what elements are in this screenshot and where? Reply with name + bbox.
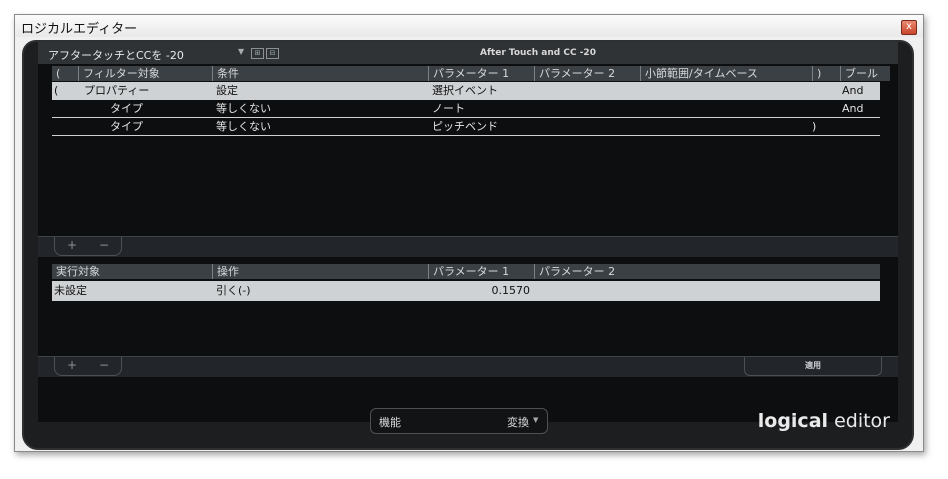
editor-frame: アフタータッチとCCを -20 ▼ ⊞ ⊟ After Touch and CC… (22, 40, 914, 450)
title-bar: ロジカルエディター x (15, 15, 923, 37)
filter-add-remove: + − (54, 237, 122, 256)
column-header: ブール (840, 66, 878, 81)
action-row[interactable]: 未設定 引く(-) 0.1570 (52, 281, 880, 301)
window-title: ロジカルエディター (21, 22, 138, 37)
store-preset-icon[interactable]: ⊞ (251, 48, 264, 59)
cell-condition[interactable]: 等しくない (216, 118, 271, 135)
action-add-remove: + − (54, 357, 122, 376)
apply-button[interactable]: 適用 (744, 357, 882, 376)
cell-target[interactable]: プロパティー (84, 82, 149, 99)
column-header: パラメーター 1 (428, 66, 509, 81)
filter-row[interactable]: タイプ 等しくない ノート And (52, 100, 880, 118)
logo-light: editor (828, 410, 890, 432)
column-header: 操作 (212, 264, 239, 279)
cell-bool[interactable]: And (842, 82, 863, 99)
preset-title: After Touch and CC -20 (480, 48, 596, 58)
remove-preset-icon[interactable]: ⊟ (266, 48, 279, 59)
editor-panel: アフタータッチとCCを -20 ▼ ⊞ ⊟ After Touch and CC… (38, 42, 898, 422)
column-header: パラメーター 2 (534, 66, 615, 81)
cell-target[interactable]: タイプ (110, 118, 143, 135)
cell-operation[interactable]: 引く(-) (216, 281, 251, 300)
column-header: 実行対象 (56, 265, 100, 278)
preset-selector[interactable]: アフタータッチとCCを -20 (48, 47, 184, 63)
column-header: パラメーター 1 (428, 264, 509, 279)
cell-close: ) (812, 120, 817, 133)
cell-param1[interactable]: ノート (432, 100, 465, 117)
function-label: 機能 (379, 416, 401, 429)
cell-target[interactable]: タイプ (110, 100, 143, 117)
cell-target[interactable]: 未設定 (54, 281, 87, 300)
preset-bar: アフタータッチとCCを -20 ▼ ⊞ ⊟ After Touch and CC… (38, 42, 898, 64)
cell-param1[interactable]: 選択イベント (432, 82, 498, 99)
cell-condition[interactable]: 設定 (216, 82, 238, 99)
column-header: フィルター対象 (78, 66, 160, 81)
column-header: パラメーター 2 (534, 264, 615, 279)
cell-open: ( (54, 84, 59, 97)
filter-table-header: ( フィルター対象 条件 パラメーター 1 パラメーター 2 小節範囲/タイムベ… (52, 66, 890, 81)
column-header: ( (56, 67, 61, 80)
action-button-bar: + − 適用 (38, 356, 898, 377)
column-header: 小節範囲/タイムベース (640, 66, 758, 81)
function-selector[interactable]: 機能 変換 ▼ (370, 408, 548, 434)
cell-param1[interactable]: 0.1570 (482, 281, 531, 300)
action-table-header: 実行対象 操作 パラメーター 1 パラメーター 2 (52, 264, 880, 279)
chevron-down-icon[interactable]: ▼ (533, 416, 538, 424)
column-header: 条件 (212, 66, 239, 81)
add-action-button[interactable]: + (67, 358, 77, 372)
filter-button-bar: + − (38, 236, 898, 257)
column-header: ) (812, 66, 821, 81)
close-button[interactable]: x (901, 20, 917, 35)
logo-bold: logical (757, 410, 829, 432)
cell-condition[interactable]: 等しくない (216, 100, 271, 117)
cell-bool[interactable]: And (842, 100, 863, 117)
filter-row[interactable]: タイプ 等しくない ピッチベンド ) (52, 118, 880, 136)
chevron-down-icon[interactable]: ▼ (238, 47, 244, 56)
filter-row[interactable]: ( プロパティー 設定 選択イベント And (52, 82, 880, 100)
logical-editor-logo: logical editor (758, 410, 890, 432)
add-filter-button[interactable]: + (67, 238, 77, 252)
remove-action-button[interactable]: − (99, 358, 109, 372)
function-value[interactable]: 変換 (507, 414, 529, 430)
logical-editor-window: ロジカルエディター x アフタータッチとCCを -20 ▼ ⊞ ⊟ After … (14, 14, 924, 452)
remove-filter-button[interactable]: − (99, 238, 109, 252)
cell-param1[interactable]: ピッチベンド (432, 118, 498, 135)
